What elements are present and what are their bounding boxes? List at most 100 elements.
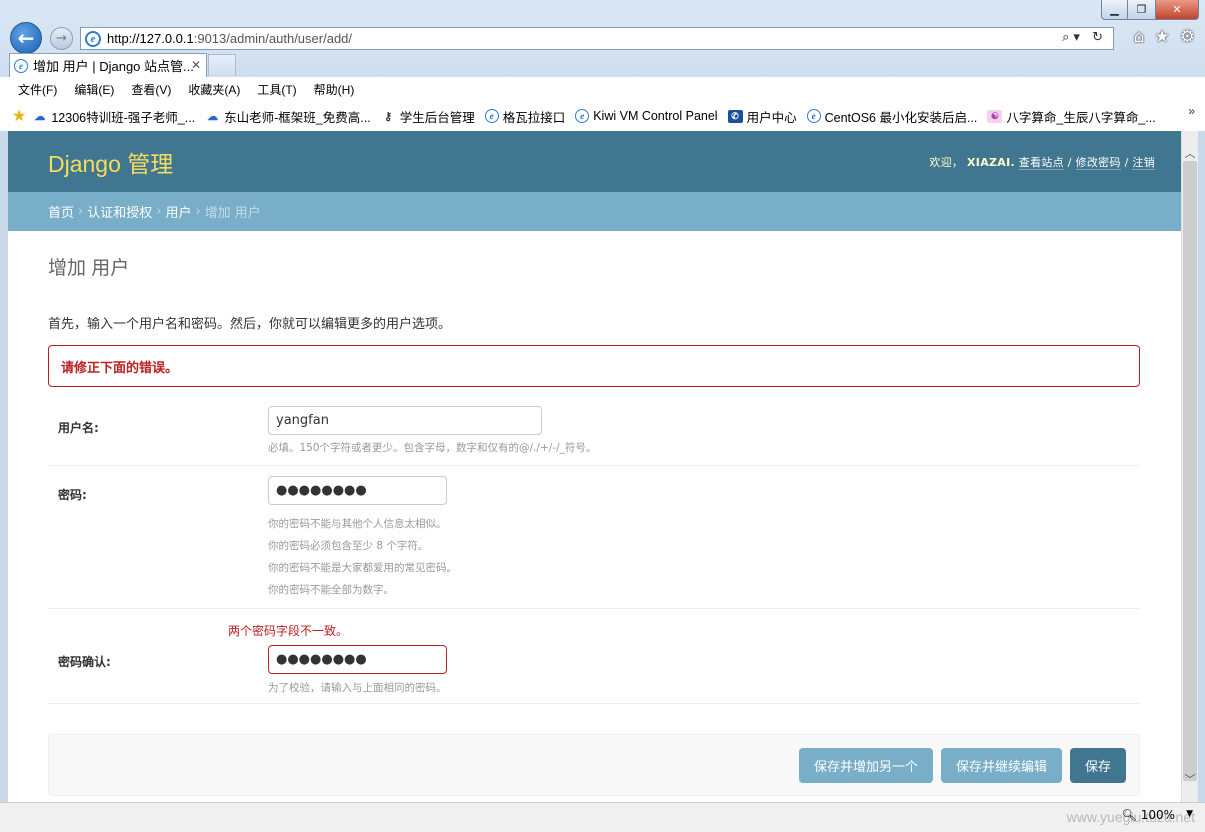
- separator: /: [1067, 155, 1072, 169]
- menu-bar: 文件(F) 编辑(E) 查看(V) 收藏夹(A) 工具(T) 帮助(H): [0, 77, 1205, 101]
- zoom-level[interactable]: 🔍︎ 100%: [1122, 808, 1175, 822]
- error-note: 请修正下面的错误。: [48, 345, 1140, 387]
- home-icon[interactable]: ⌂: [1134, 27, 1145, 47]
- admin-header: Django 管理 欢迎， XIAZAI. 查看站点 / 修改密码 / 注销: [8, 131, 1181, 192]
- menu-help[interactable]: 帮助(H): [314, 81, 355, 98]
- close-window-button[interactable]: ✕: [1155, 0, 1199, 20]
- favorite-label: 12306特训班-强子老师_...: [51, 110, 196, 125]
- password-input[interactable]: [268, 476, 447, 505]
- username-input[interactable]: [268, 406, 542, 435]
- browser-chrome: ▁ ❐ ✕ ← → e http://127.0.0.1:9013/admin/…: [0, 0, 1205, 131]
- menu-view[interactable]: 查看(V): [131, 81, 171, 98]
- chevron-more-icon[interactable]: »: [1188, 104, 1195, 118]
- scroll-down-icon[interactable]: ﹀: [1182, 771, 1198, 788]
- password-help-3: 你的密码不能是大家都爱用的常见密码。: [268, 562, 457, 574]
- breadcrumb-current: 增加 用户: [204, 206, 261, 221]
- menu-favorites[interactable]: 收藏夹(A): [188, 81, 240, 98]
- menu-file[interactable]: 文件(F): [18, 81, 57, 98]
- scroll-up-icon[interactable]: ︿: [1182, 145, 1198, 162]
- favorite-label: CentOS6 最小化安装后启...: [824, 110, 978, 125]
- vertical-scrollbar[interactable]: ︿ ﹀: [1181, 131, 1198, 802]
- ie-tab-icon: e: [14, 58, 28, 73]
- favorite-label: 东山老师-框架班_免费高...: [224, 110, 371, 125]
- favorite-label: 用户中心: [746, 110, 797, 125]
- logout-link[interactable]: 注销: [1132, 155, 1155, 170]
- change-password-link[interactable]: 修改密码: [1075, 155, 1121, 170]
- forward-button[interactable]: →: [50, 27, 73, 50]
- site-branding[interactable]: Django 管理: [48, 145, 173, 179]
- bazi-icon: ☯: [987, 109, 1003, 123]
- favorite-label: Kiwi VM Control Panel: [593, 109, 718, 123]
- submit-row: 保存并增加另一个 保存并继续编辑 保存: [48, 734, 1140, 796]
- password-confirm-row: 两个密码字段不一致。 密码确认: 为了校验，请输入与上面相同的密码。: [48, 609, 1140, 704]
- address-host: http://127.0.0.1: [107, 31, 194, 46]
- toolbar-icons: ⌂ ★ ⚙: [1134, 27, 1195, 47]
- favorites-star-icon[interactable]: ★: [1155, 27, 1170, 47]
- breadcrumb-sep: ›: [156, 204, 162, 219]
- save-button[interactable]: 保存: [1070, 748, 1126, 783]
- ie-icon: e: [806, 109, 821, 123]
- telecom-icon: ✆: [727, 109, 743, 123]
- arrow-left-icon: ←: [17, 26, 35, 50]
- breadcrumb-sep: ›: [195, 204, 201, 219]
- save-and-add-another-button[interactable]: 保存并增加另一个: [799, 748, 933, 783]
- address-url[interactable]: http://127.0.0.1:9013/admin/auth/user/ad…: [107, 31, 352, 46]
- new-tab-button[interactable]: [208, 54, 236, 76]
- arrow-right-icon: →: [56, 31, 67, 46]
- username-help: 必填。150个字符或者更少。包含字母，数字和仅有的@/./+/-/_符号。: [268, 442, 597, 454]
- favorite-link[interactable]: ✆ 用户中心: [727, 107, 797, 126]
- cloud-icon: ☁: [34, 110, 46, 123]
- breadcrumb-app[interactable]: 认证和授权: [87, 202, 152, 221]
- separator: /: [1124, 155, 1129, 169]
- page-title: 增加 用户: [48, 258, 130, 279]
- chevron-down-icon[interactable]: ▼: [1186, 809, 1193, 819]
- menu-tools[interactable]: 工具(T): [257, 81, 296, 98]
- minimize-button[interactable]: ▁: [1101, 0, 1128, 20]
- password-label: 密码:: [58, 488, 87, 502]
- ie-page-icon: e: [85, 30, 101, 47]
- favorites-add-star-icon[interactable]: ★: [12, 106, 26, 126]
- content: 增加 用户 首先，输入一个用户名和密码。然后，你就可以编辑更多的用户选项。 请修…: [8, 231, 1181, 796]
- tab-title: 增加 用户 | Django 站点管...: [33, 59, 194, 74]
- favorite-link[interactable]: e CentOS6 最小化安装后启...: [806, 107, 978, 126]
- zoom-value: 100%: [1140, 808, 1175, 822]
- gear-icon[interactable]: ⚙: [1180, 27, 1195, 47]
- password-confirm-label: 密码确认:: [58, 655, 111, 669]
- favorite-link[interactable]: ☁ 东山老师-框架班_免费高...: [205, 107, 371, 126]
- breadcrumb: 首页 › 认证和授权 › 用户 › 增加 用户: [8, 192, 1181, 231]
- password-confirm-input[interactable]: [268, 645, 447, 674]
- menu-edit[interactable]: 编辑(E): [74, 81, 114, 98]
- favorite-link[interactable]: ⚷ 学生后台管理: [381, 107, 475, 126]
- cloud-icon: ☁: [207, 110, 219, 123]
- search-refresh-icons[interactable]: ⌕▾ ↻: [1062, 30, 1107, 45]
- password-mismatch-error: 两个密码字段不一致。: [228, 624, 349, 638]
- favorite-link[interactable]: e 格瓦拉接口: [484, 107, 565, 126]
- favorite-label: 学生后台管理: [399, 110, 475, 125]
- favorite-label: 八字算命_生辰八字算命_...: [1006, 110, 1156, 125]
- scroll-thumb[interactable]: [1183, 161, 1197, 781]
- maximize-button[interactable]: ❐: [1128, 0, 1155, 20]
- tab-strip: e 增加 用户 | Django 站点管... ✕: [0, 53, 1205, 77]
- username-text: XIAZAI.: [967, 155, 1015, 169]
- address-bar[interactable]: e http://127.0.0.1:9013/admin/auth/user/…: [80, 27, 1114, 50]
- save-and-continue-button[interactable]: 保存并继续编辑: [941, 748, 1062, 783]
- username-row: 用户名: 必填。150个字符或者更少。包含字母，数字和仅有的@/./+/-/_符…: [48, 406, 1140, 466]
- breadcrumb-home[interactable]: 首页: [48, 202, 74, 221]
- favorite-link[interactable]: e Kiwi VM Control Panel: [575, 109, 718, 123]
- view-site-link[interactable]: 查看站点: [1018, 155, 1064, 170]
- status-bar: www.yuegiu.tuzu.net 🔍︎ 100% ▼: [0, 802, 1205, 832]
- zoom-icon: 🔍︎: [1121, 808, 1137, 822]
- password-help-1: 你的密码不能与其他个人信息太相似。: [268, 518, 447, 530]
- back-button[interactable]: ←: [10, 22, 42, 54]
- password-confirm-help: 为了校验，请输入与上面相同的密码。: [268, 682, 447, 694]
- password-help-2: 你的密码必须包含至少 8 个字符。: [268, 540, 429, 552]
- favorite-link[interactable]: ☁ 12306特训班-强子老师_...: [32, 107, 195, 126]
- user-tools: 欢迎， XIAZAI. 查看站点 / 修改密码 / 注销: [929, 154, 1155, 170]
- address-path: :9013/admin/auth/user/add/: [193, 31, 353, 46]
- ie-icon: e: [575, 109, 590, 123]
- favorite-link[interactable]: ☯ 八字算命_生辰八字算命_...: [987, 107, 1156, 126]
- tab-active[interactable]: e 增加 用户 | Django 站点管... ✕: [9, 53, 207, 77]
- navigation-bar: ← → e http://127.0.0.1:9013/admin/auth/u…: [0, 22, 1205, 54]
- breadcrumb-model[interactable]: 用户: [165, 202, 191, 221]
- tab-close-icon[interactable]: ✕: [191, 58, 201, 72]
